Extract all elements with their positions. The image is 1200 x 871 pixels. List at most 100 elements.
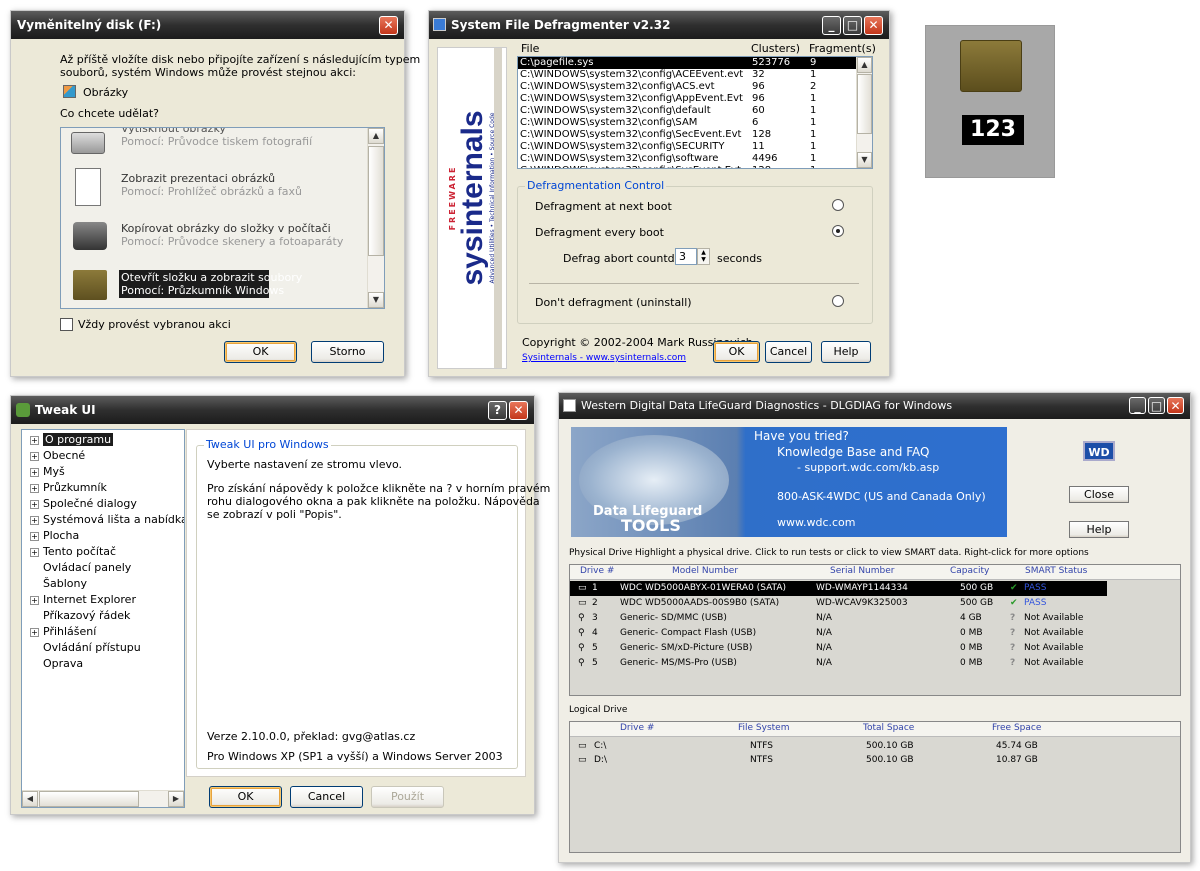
action-item-slideshow[interactable]: Zobrazit prezentaci obrázků Pomocí: Proh…: [61, 166, 369, 214]
tree-item[interactable]: Ovládání přístupu: [30, 640, 184, 656]
opt-next-radio[interactable]: [832, 199, 844, 211]
file-row[interactable]: C:\WINDOWS\system32\config\ACS.evt 96 2: [518, 81, 856, 93]
phys-drive-row[interactable]: ⚲ 5 Generic- SM/xD-Picture (USB) N/A 0 MB? No…: [570, 641, 1180, 656]
file-row[interactable]: C:\WINDOWS\system32\config\SECURITY 11 1: [518, 141, 856, 153]
col-drive[interactable]: Drive #: [580, 566, 614, 576]
logical-drive-row[interactable]: ▭ D:\ NTFS 500.10 GB 10.87 GB: [570, 753, 1180, 767]
scroll-up-icon[interactable]: ▲: [368, 128, 384, 144]
abort-countdown-input[interactable]: 3: [675, 248, 697, 265]
scroll-down-icon[interactable]: ▼: [857, 152, 872, 168]
expand-icon[interactable]: +: [30, 515, 39, 525]
file-row[interactable]: C:\pagefile.sys 523776 9: [518, 57, 856, 69]
close-icon[interactable]: ✕: [864, 16, 883, 35]
physical-drive-table[interactable]: Drive # Model Number Serial Number Capac…: [569, 564, 1181, 696]
abort-spinner[interactable]: ▲ ▼: [697, 248, 710, 265]
opt-dont-radio[interactable]: [832, 295, 844, 307]
phys-drive-row[interactable]: ⚲ 3 Generic- SD/MMC (USB) N/A 4 GB? Not Avail…: [570, 611, 1180, 626]
expand-icon[interactable]: +: [30, 531, 39, 541]
tree-item[interactable]: + Systémová lišta a nabídka Start: [30, 512, 184, 528]
expand-icon[interactable]: +: [30, 435, 39, 445]
close-icon[interactable]: ✕: [509, 401, 528, 420]
help-button[interactable]: Help: [1069, 521, 1129, 538]
action-item-copy[interactable]: Kopírovat obrázky do složky v počítači P…: [61, 216, 369, 264]
minimize-icon[interactable]: _: [822, 16, 841, 35]
apply-button[interactable]: Použít: [371, 786, 444, 808]
col-drive[interactable]: Drive #: [620, 723, 654, 733]
wd-titlebar[interactable]: Western Digital Data LifeGuard Diagnosti…: [559, 393, 1190, 419]
action-list[interactable]: Vytisknout obrázky Pomocí: Průvodce tisk…: [60, 127, 385, 309]
maximize-icon[interactable]: □: [843, 16, 862, 35]
autoplay-titlebar[interactable]: Vyměnitelný disk (F:) ✕: [11, 11, 404, 39]
file-row[interactable]: C:\WINDOWS\system32\config\default 60 1: [518, 105, 856, 117]
logical-drive-table[interactable]: Drive # File System Total Space Free Spa…: [569, 721, 1181, 853]
always-checkbox[interactable]: [60, 318, 73, 331]
scroll-right-icon[interactable]: ▶: [168, 791, 184, 807]
expand-icon[interactable]: +: [30, 627, 39, 637]
scroll-thumb[interactable]: [857, 74, 872, 134]
file-row[interactable]: C:\WINDOWS\system32\config\software 4496 1: [518, 153, 856, 165]
tree-hscrollbar[interactable]: ◀ ▶: [22, 790, 184, 807]
file-row[interactable]: C:\WINDOWS\system32\config\AppEvent.Evt 9…: [518, 93, 856, 105]
tweakui-titlebar[interactable]: Tweak UI ? ✕: [11, 396, 534, 424]
col-model[interactable]: Model Number: [672, 566, 738, 576]
file-row[interactable]: C:\WINDOWS\system32\config\ACEEvent.evt 3…: [518, 69, 856, 81]
settings-tree[interactable]: + O programu + Obecné + Myš + Průzkumník + Společ…: [21, 429, 185, 808]
tree-item[interactable]: Příkazový řádek: [30, 608, 184, 624]
help-icon[interactable]: ?: [488, 401, 507, 420]
defrag-titlebar[interactable]: System File Defragmenter v2.32 _ □ ✕: [429, 11, 889, 39]
minimize-icon[interactable]: _: [1129, 397, 1146, 414]
expand-icon[interactable]: +: [30, 595, 39, 605]
action-list-scrollbar[interactable]: ▲ ▼: [367, 128, 384, 308]
tree-item[interactable]: + Obecné: [30, 448, 184, 464]
tree-item[interactable]: Šablony: [30, 576, 184, 592]
cancel-button[interactable]: Cancel: [290, 786, 363, 808]
tree-item[interactable]: + Průzkumník: [30, 480, 184, 496]
ok-button[interactable]: OK: [713, 341, 760, 363]
action-item-print[interactable]: Vytisknout obrázky Pomocí: Průvodce tisk…: [61, 128, 369, 162]
tree-item[interactable]: + Myš: [30, 464, 184, 480]
file-list[interactable]: C:\pagefile.sys 523776 9 C:\WINDOWS\system3…: [517, 56, 873, 169]
col-fs[interactable]: File System: [738, 723, 789, 733]
scroll-thumb[interactable]: [39, 791, 139, 807]
expand-icon[interactable]: +: [30, 467, 39, 477]
maximize-icon[interactable]: □: [1148, 397, 1165, 414]
close-icon[interactable]: ✕: [1167, 397, 1184, 414]
tree-item[interactable]: + Plocha: [30, 528, 184, 544]
tree-item[interactable]: + Společné dialogy: [30, 496, 184, 512]
close-button[interactable]: Close: [1069, 486, 1129, 503]
expand-icon[interactable]: +: [30, 499, 39, 509]
phys-drive-row[interactable]: ⚲ 4 Generic- Compact Flash (USB) N/A 0 MB? No…: [570, 626, 1180, 641]
phys-drive-row[interactable]: ▭ 1 WDC WD5000ABYX-01WERA0 (SATA) WD-WMAYP1…: [570, 581, 1107, 596]
col-smart[interactable]: SMART Status: [1025, 566, 1087, 576]
ok-button[interactable]: OK: [224, 341, 297, 363]
tree-item[interactable]: + Přihlášení: [30, 624, 184, 640]
tree-item[interactable]: + Internet Explorer: [30, 592, 184, 608]
phys-drive-row[interactable]: ⚲ 5 Generic- MS/MS-Pro (USB) N/A 0 MB? Not Av…: [570, 656, 1180, 671]
close-icon[interactable]: ✕: [379, 16, 398, 35]
col-free[interactable]: Free Space: [992, 723, 1041, 733]
tree-item[interactable]: Oprava: [30, 656, 184, 672]
expand-icon[interactable]: +: [30, 547, 39, 557]
tree-item[interactable]: + O programu: [30, 432, 184, 448]
col-total[interactable]: Total Space: [863, 723, 914, 733]
scroll-down-icon[interactable]: ▼: [368, 292, 384, 308]
expand-icon[interactable]: +: [30, 451, 39, 461]
opt-every-radio[interactable]: [832, 225, 844, 237]
phys-drive-row[interactable]: ▭ 2 WDC WD5000AADS-00S9B0 (SATA) WD-WCAV9K3…: [570, 596, 1180, 611]
cancel-button[interactable]: Storno: [311, 341, 384, 363]
col-serial[interactable]: Serial Number: [830, 566, 894, 576]
tree-item[interactable]: Ovládací panely: [30, 560, 184, 576]
sysinternals-link[interactable]: Sysinternals - www.sysinternals.com: [522, 353, 686, 363]
cancel-button[interactable]: Cancel: [765, 341, 812, 363]
file-row[interactable]: C:\WINDOWS\system32\config\SecEvent.Evt 1…: [518, 129, 856, 141]
file-list-scrollbar[interactable]: ▲ ▼: [856, 57, 872, 168]
logical-drive-row[interactable]: ▭ C:\ NTFS 500.10 GB 45.74 GB: [570, 739, 1180, 753]
scroll-left-icon[interactable]: ◀: [22, 791, 38, 807]
ok-button[interactable]: OK: [209, 786, 282, 808]
tree-item[interactable]: + Tento počítač: [30, 544, 184, 560]
scroll-thumb[interactable]: [368, 146, 384, 256]
col-capacity[interactable]: Capacity: [950, 566, 989, 576]
help-button[interactable]: Help: [821, 341, 871, 363]
scroll-up-icon[interactable]: ▲: [857, 57, 872, 73]
action-item-open-folder[interactable]: Otevřít složku a zobrazit soubory Pomocí…: [61, 266, 369, 308]
